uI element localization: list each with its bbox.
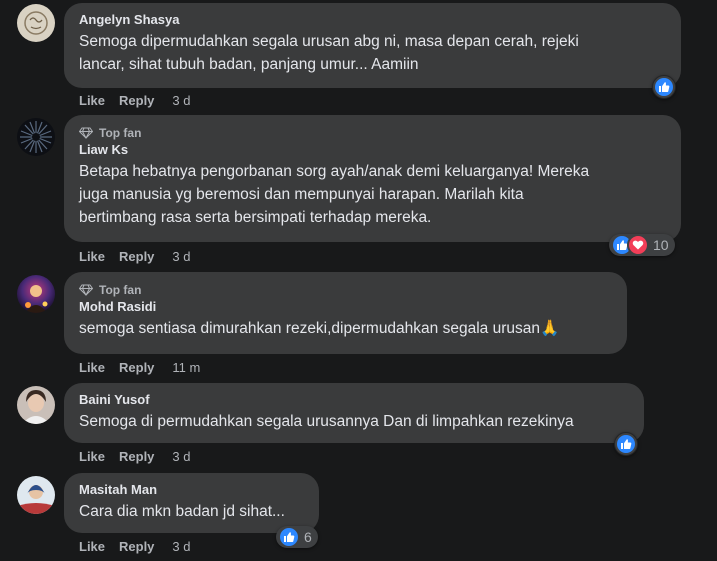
reply-button[interactable]: Reply: [119, 539, 154, 554]
diamond-icon: [78, 284, 94, 296]
comment-text-line: juga manusia yg beremosi dan mempunyai h…: [79, 186, 524, 203]
comment-author[interactable]: Mohd Rasidi: [79, 298, 612, 317]
comment-actions: Like Reply 3 d: [79, 247, 191, 265]
like-button[interactable]: Like: [79, 449, 105, 464]
comment-bubble: Top fan Liaw Ks Betapa hebatnya pengorba…: [64, 115, 681, 242]
like-button[interactable]: Like: [79, 93, 105, 108]
like-button[interactable]: Like: [79, 249, 105, 264]
like-icon: [653, 76, 675, 98]
avatar[interactable]: [17, 476, 55, 514]
comment-text: Semoga di permudahkan segala urusannya D…: [79, 410, 629, 433]
comment-author[interactable]: Angelyn Shasya: [79, 11, 666, 30]
avatar[interactable]: [17, 275, 55, 313]
top-fan-badge: Top fan: [78, 124, 666, 141]
comment-bubble: Top fan Mohd Rasidi semoga sentiasa dimu…: [64, 272, 627, 354]
comment-text: Cara dia mkn badan jd sihat...: [79, 500, 304, 523]
comment-bubble: Angelyn Shasya Semoga dipermudahkan sega…: [64, 3, 681, 88]
timestamp[interactable]: 3 d: [172, 249, 190, 264]
comment-text-line: semoga sentiasa dimurahkan rezeki,diperm…: [79, 320, 560, 337]
comment-text: Betapa hebatnya pengorbanan sorg ayah/an…: [79, 160, 666, 229]
reaction-count: 10: [653, 237, 669, 253]
reaction-count: 6: [304, 529, 312, 545]
avatar[interactable]: [17, 4, 55, 42]
comment-actions: Like Reply 3 d: [79, 447, 191, 465]
top-fan-label: Top fan: [99, 125, 142, 140]
timestamp[interactable]: 11 m: [172, 360, 200, 375]
reaction-summary[interactable]: 6: [276, 526, 318, 548]
like-button[interactable]: Like: [79, 360, 105, 375]
comment-text-line: Semoga dipermudahkan segala urusan abg n…: [79, 33, 579, 50]
like-button[interactable]: Like: [79, 539, 105, 554]
comment-actions: Like Reply 3 d: [79, 537, 191, 555]
comment-text: Semoga dipermudahkan segala urusan abg n…: [79, 30, 666, 76]
reply-button[interactable]: Reply: [119, 93, 154, 108]
timestamp[interactable]: 3 d: [172, 93, 190, 108]
comment-text-line: lancar, sihat tubuh badan, panjang umur.…: [79, 56, 419, 73]
comment-text-line: Betapa hebatnya pengorbanan sorg ayah/an…: [79, 163, 590, 180]
like-icon: [278, 526, 300, 548]
comment-text-line: bertimbang rasa serta bersimpati terhada…: [79, 209, 432, 226]
reaction-summary[interactable]: [614, 432, 638, 456]
top-fan-label: Top fan: [99, 282, 142, 297]
comment-text: semoga sentiasa dimurahkan rezeki,diperm…: [79, 317, 612, 340]
comment-author[interactable]: Masitah Man: [79, 481, 304, 500]
diamond-icon: [78, 127, 94, 139]
reply-button[interactable]: Reply: [119, 249, 154, 264]
comment-author[interactable]: Baini Yusof: [79, 391, 629, 410]
avatar[interactable]: [17, 118, 55, 156]
comment-bubble: Baini Yusof Semoga di permudahkan segala…: [64, 383, 644, 443]
comment-author[interactable]: Liaw Ks: [79, 141, 666, 160]
avatar[interactable]: [17, 386, 55, 424]
comment-text-line: Cara dia mkn badan jd sihat...: [79, 503, 285, 520]
comment-bubble: Masitah Man Cara dia mkn badan jd sihat.…: [64, 473, 319, 533]
reply-button[interactable]: Reply: [119, 360, 154, 375]
timestamp[interactable]: 3 d: [172, 449, 190, 464]
love-icon: [627, 234, 649, 256]
reply-button[interactable]: Reply: [119, 449, 154, 464]
reaction-summary[interactable]: [652, 75, 676, 99]
like-icon: [615, 433, 637, 455]
top-fan-badge: Top fan: [78, 281, 612, 298]
reaction-summary[interactable]: 10: [609, 234, 675, 256]
comment-actions: Like Reply 11 m: [79, 358, 200, 376]
comment-actions: Like Reply 3 d: [79, 91, 191, 109]
comment-text-line: Semoga di permudahkan segala urusannya D…: [79, 413, 574, 430]
timestamp[interactable]: 3 d: [172, 539, 190, 554]
